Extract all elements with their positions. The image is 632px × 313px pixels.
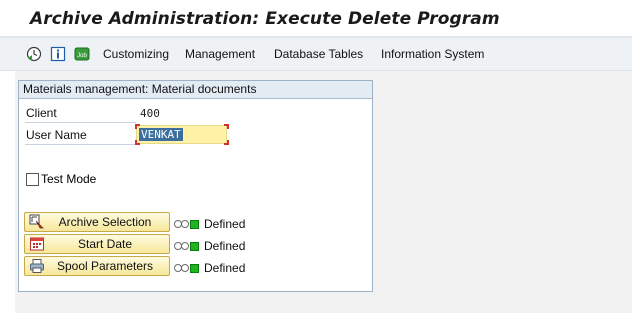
- user-name-value: VENKAT: [139, 128, 183, 141]
- archive-selection-button[interactable]: Archive Selection: [24, 212, 170, 232]
- application-toolbar: Job Customizing Management Database Tabl…: [0, 38, 632, 71]
- calendar-icon: [27, 235, 47, 253]
- status-green-icon: [190, 263, 199, 273]
- spool-parameters-button[interactable]: Spool Parameters: [24, 256, 170, 276]
- execute-clock-icon[interactable]: [26, 46, 42, 62]
- user-name-underline: [25, 144, 136, 145]
- user-name-label: User Name: [26, 128, 87, 142]
- status-green-icon: [190, 241, 199, 251]
- required-corner-tl: [135, 124, 140, 129]
- test-mode-label: Test Mode: [41, 172, 97, 186]
- selection-icon: [27, 213, 47, 231]
- status-green-icon: [190, 219, 199, 229]
- required-corner-br: [224, 140, 229, 145]
- client-underline: [25, 122, 136, 123]
- printer-icon: [27, 257, 47, 275]
- status-led-off-icon: [181, 220, 189, 228]
- status-led-off-icon: [181, 242, 189, 250]
- spool-parameters-label: Spool Parameters: [56, 259, 154, 273]
- required-corner-tr: [224, 124, 229, 129]
- start-date-status-text: Defined: [204, 239, 246, 253]
- svg-text:Job: Job: [77, 53, 87, 59]
- menu-information-system[interactable]: Information System: [381, 47, 484, 61]
- status-led-off-icon: [181, 264, 189, 272]
- test-mode-checkbox[interactable]: [26, 173, 39, 186]
- archive-selection-label: Archive Selection: [58, 215, 152, 229]
- info-icon[interactable]: [50, 46, 66, 62]
- start-date-button[interactable]: Start Date: [24, 234, 170, 254]
- menu-management[interactable]: Management: [185, 47, 255, 61]
- menu-customizing[interactable]: Customizing: [103, 47, 169, 61]
- client-value: 400: [140, 107, 160, 120]
- job-icon[interactable]: Job: [74, 46, 90, 62]
- material-documents-panel: Materials management: Material documents…: [18, 80, 373, 292]
- menu-database-tables[interactable]: Database Tables: [274, 47, 363, 61]
- title-bar: Archive Administration: Execute Delete P…: [0, 0, 632, 36]
- start-date-status: Defined: [174, 239, 245, 253]
- user-name-input[interactable]: VENKAT: [136, 125, 227, 144]
- panel-header: Materials management: Material documents: [19, 81, 372, 99]
- start-date-label: Start Date: [77, 237, 133, 251]
- required-corner-bl: [135, 140, 140, 145]
- page-title: Archive Administration: Execute Delete P…: [30, 9, 500, 29]
- archive-selection-status-text: Defined: [204, 217, 246, 231]
- spool-parameters-status: Defined: [174, 261, 245, 275]
- archive-selection-status: Defined: [174, 217, 245, 231]
- spool-parameters-status-text: Defined: [204, 261, 246, 275]
- client-label: Client: [26, 106, 57, 120]
